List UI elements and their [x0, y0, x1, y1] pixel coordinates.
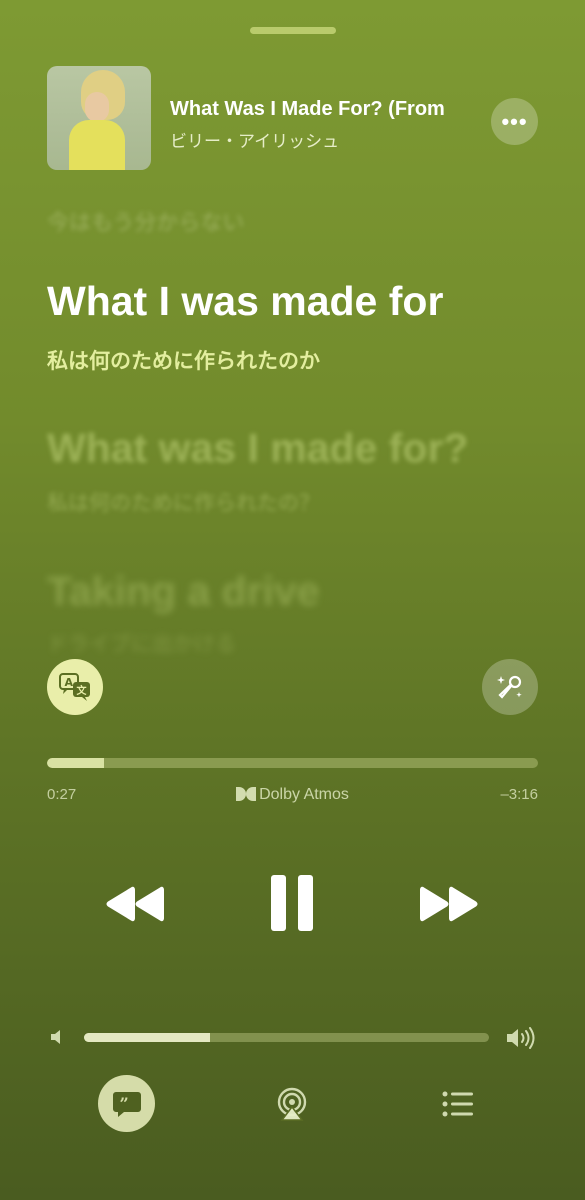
- lyric-current-translation[interactable]: 私は何のために作られたのか: [47, 345, 320, 375]
- more-options-button[interactable]: •••: [491, 98, 538, 145]
- rewind-button[interactable]: [100, 874, 172, 934]
- translate-lyrics-button[interactable]: A 文: [47, 659, 103, 715]
- svg-text:”: ”: [119, 1094, 128, 1113]
- svg-text:文: 文: [77, 684, 88, 697]
- sheet-grabber-handle[interactable]: [250, 27, 336, 34]
- dolby-atmos-label: Dolby Atmos: [259, 786, 349, 803]
- track-title[interactable]: What Was I Made For? (From: [170, 98, 485, 121]
- time-remaining: –3:16: [500, 786, 538, 803]
- ellipsis-icon: •••: [501, 108, 528, 134]
- lyrics-toggle-button[interactable]: ”: [98, 1075, 155, 1132]
- airplay-icon: [277, 1087, 307, 1121]
- pause-button[interactable]: [262, 870, 322, 936]
- track-artist[interactable]: ビリー・アイリッシュ: [170, 127, 339, 152]
- playback-scrubber[interactable]: [47, 758, 538, 768]
- lyric-next-line[interactable]: What was I made for?: [47, 425, 468, 472]
- dolby-icon: [236, 787, 257, 801]
- lyric-next2-translation[interactable]: ドライブに出かける: [47, 628, 236, 658]
- fast-forward-icon: [420, 886, 478, 922]
- volume-fill: [84, 1033, 210, 1042]
- lyric-next-translation[interactable]: 私は何のために作られたの？: [47, 487, 320, 517]
- microphone-sparkle-icon: [497, 675, 522, 699]
- speaker-high-icon: [507, 1027, 535, 1049]
- lyrics-quote-icon: ”: [112, 1091, 141, 1117]
- lyric-previous-translation[interactable]: 今はもう分からない: [47, 205, 244, 237]
- volume-slider[interactable]: [84, 1033, 489, 1042]
- svg-text:A: A: [65, 676, 74, 689]
- playback-progress-fill: [47, 758, 105, 768]
- airplay-button[interactable]: [270, 1082, 314, 1126]
- queue-button[interactable]: [436, 1082, 480, 1126]
- fast-forward-button[interactable]: [412, 874, 484, 934]
- rewind-icon: [106, 886, 164, 922]
- sing-karaoke-button[interactable]: [482, 659, 538, 715]
- translate-icon: A 文: [59, 673, 90, 701]
- dolby-atmos-badge: Dolby Atmos: [0, 786, 585, 804]
- artwork-body-shape: [69, 120, 125, 170]
- queue-list-icon: [442, 1091, 473, 1117]
- artwork-face-shape: [85, 92, 109, 122]
- album-artwork[interactable]: [47, 66, 151, 170]
- lyric-next2-line[interactable]: Taking a drive: [47, 568, 320, 615]
- pause-icon: [271, 875, 313, 931]
- speaker-low-icon: [51, 1030, 60, 1044]
- lyric-current-line[interactable]: What I was made for: [47, 278, 443, 325]
